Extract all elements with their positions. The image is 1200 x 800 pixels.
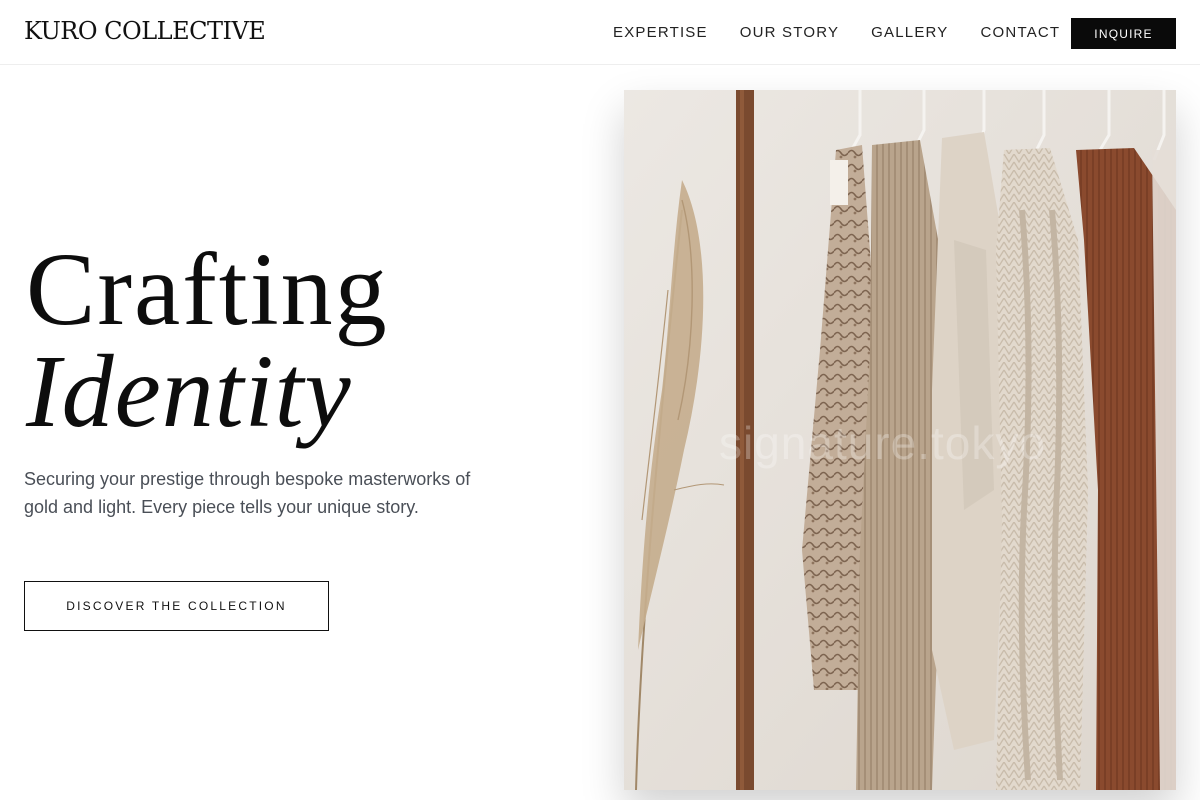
hero-description: Securing your prestige through bespoke m… [24,469,471,517]
hero-image: signature.tokyo [624,90,1176,790]
hero-title-line1: Crafting [26,232,389,347]
nav-link-expertise[interactable]: EXPERTISE [613,23,708,43]
nav-link-contact[interactable]: CONTACT [981,23,1061,43]
main-nav: EXPERTISE OUR STORY GALLERY CONTACT [613,23,1060,43]
site-header: KURO COLLECTIVE EXPERTISE OUR STORY GALL… [0,0,1200,65]
nav-link-gallery[interactable]: GALLERY [871,23,948,43]
image-watermark: signature.tokyo [719,417,1046,469]
inquire-button[interactable]: INQUIRE [1071,18,1176,49]
discover-collection-button[interactable]: DISCOVER THE COLLECTION [24,581,329,631]
hero-title-line2: Identity [26,334,352,449]
nav-link-our-story[interactable]: OUR STORY [740,23,839,43]
brand-logo[interactable]: KURO COLLECTIVE [24,15,266,47]
hero-title: Crafting Identity [26,232,389,449]
